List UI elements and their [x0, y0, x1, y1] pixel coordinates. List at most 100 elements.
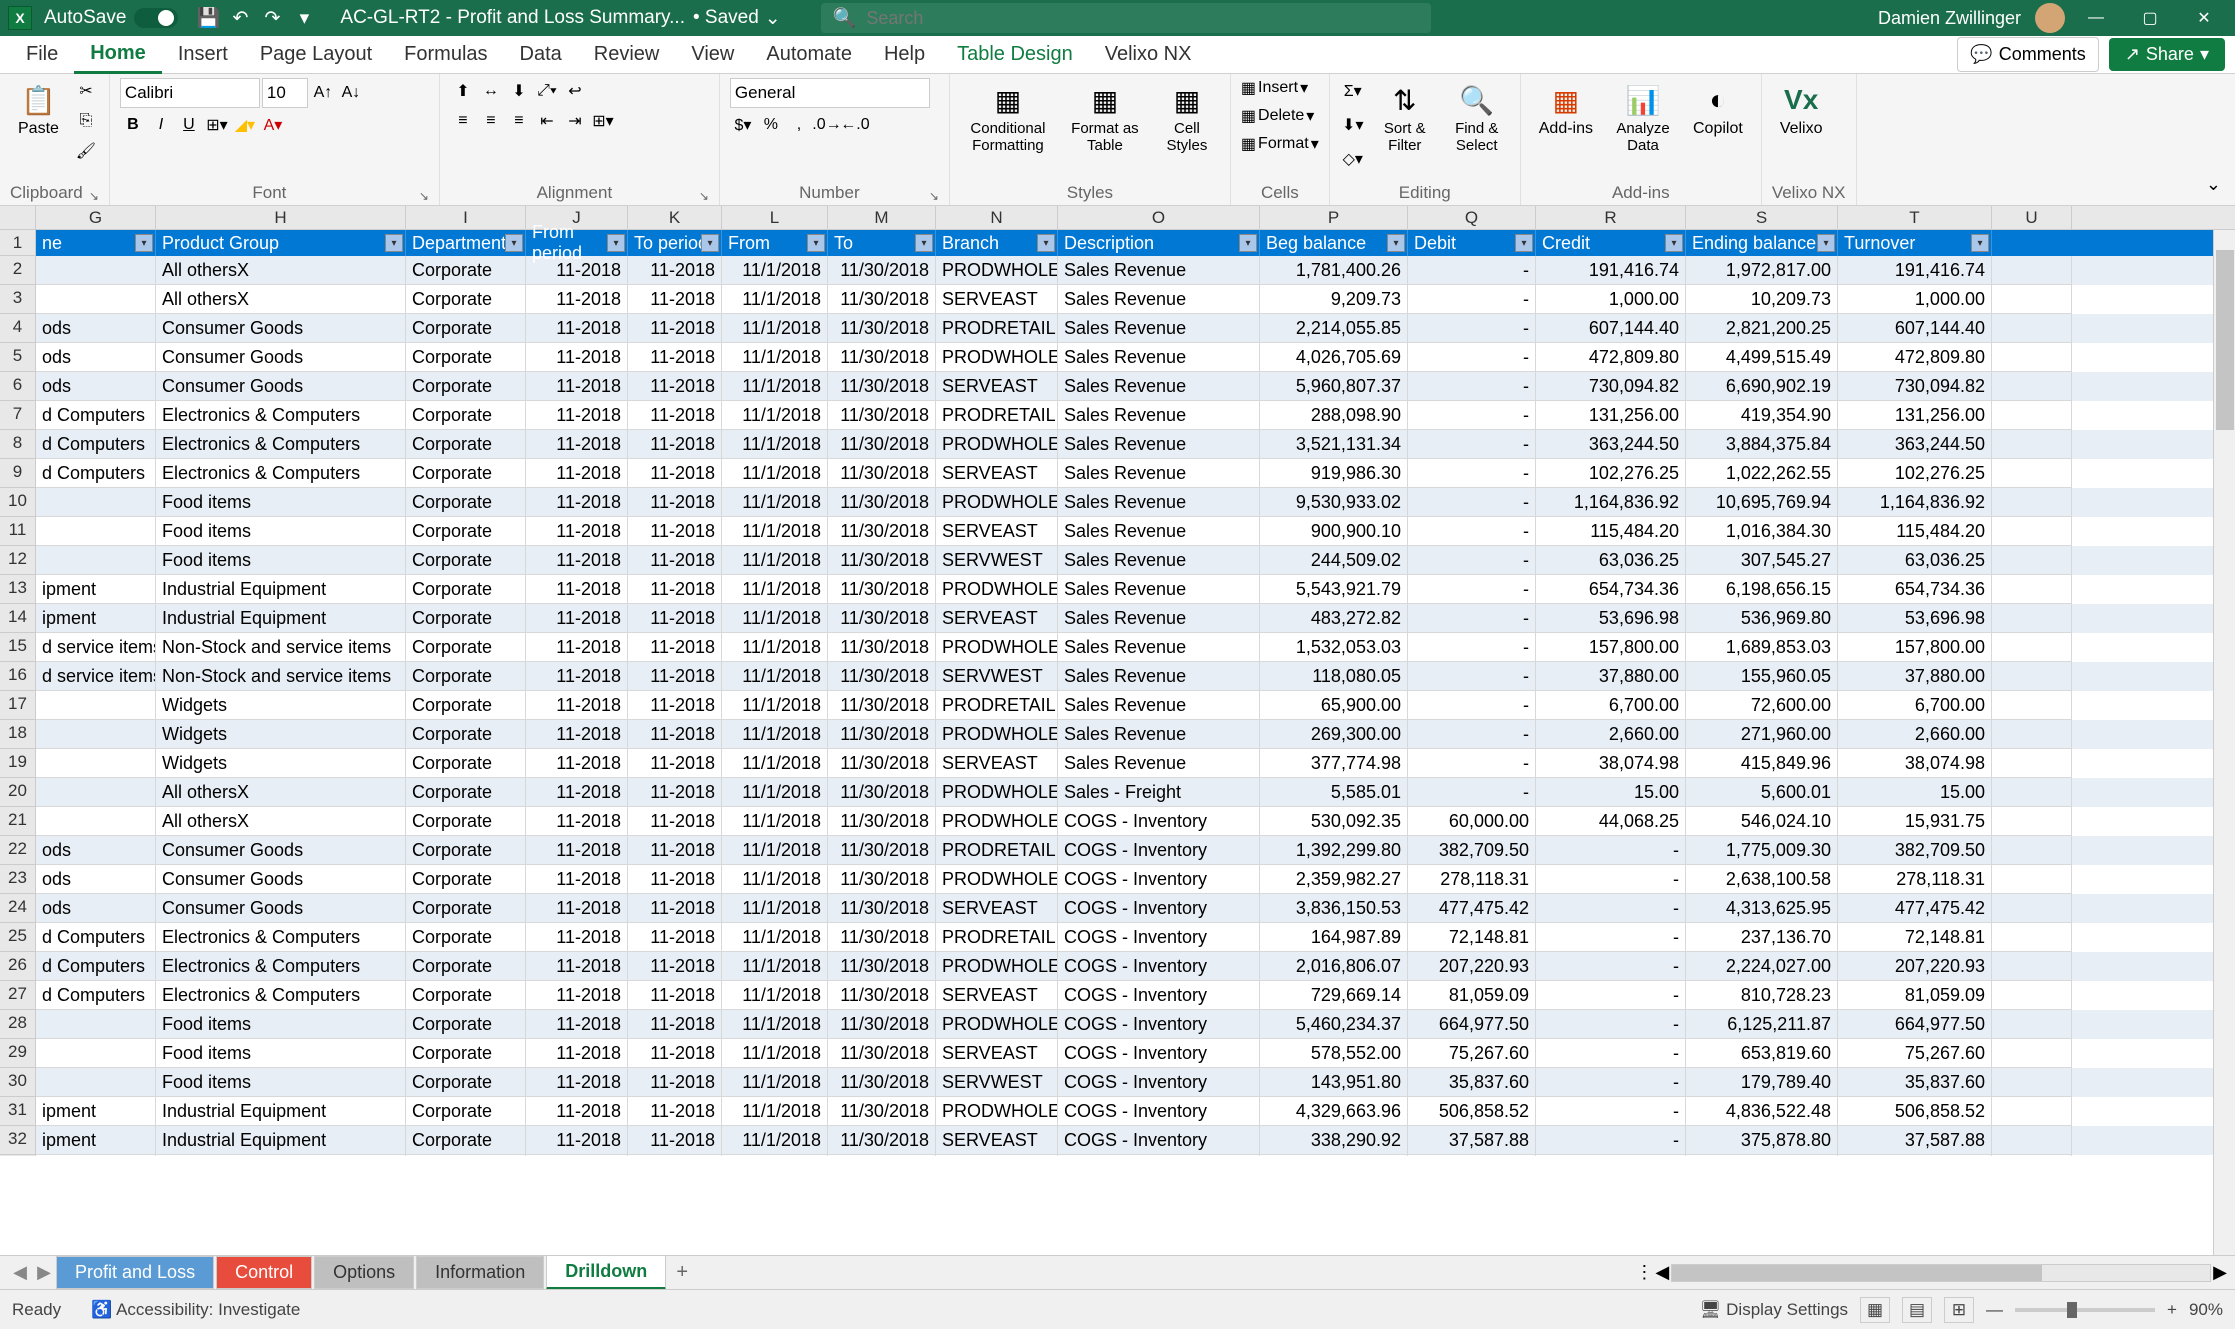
- cell[interactable]: Corporate: [406, 459, 526, 488]
- cell[interactable]: Corporate: [406, 691, 526, 720]
- align-left-icon[interactable]: ≡: [450, 108, 476, 134]
- cell[interactable]: d Computers: [36, 981, 156, 1010]
- th-to-period[interactable]: To period▾: [628, 230, 722, 256]
- cell[interactable]: 11-2018: [628, 952, 722, 981]
- cell[interactable]: 115,484.20: [1536, 517, 1686, 546]
- cell[interactable]: 1,392,299.80: [1260, 836, 1408, 865]
- cell[interactable]: [1992, 343, 2072, 372]
- cell[interactable]: 11-2018: [526, 952, 628, 981]
- cell[interactable]: [1992, 401, 2072, 430]
- cell[interactable]: 278,118.31: [1838, 865, 1992, 894]
- cell[interactable]: -: [1408, 575, 1536, 604]
- cell[interactable]: [36, 749, 156, 778]
- cell[interactable]: 11-2018: [628, 430, 722, 459]
- cell[interactable]: d Computers: [36, 952, 156, 981]
- cell[interactable]: [36, 691, 156, 720]
- cell[interactable]: 11-2018: [628, 372, 722, 401]
- cell[interactable]: PRODRETAIL: [936, 691, 1058, 720]
- cell[interactable]: 4,026,705.69: [1260, 343, 1408, 372]
- table-row[interactable]: 15d service itemsNon-Stock and service i…: [0, 633, 2235, 662]
- cell[interactable]: 11-2018: [526, 604, 628, 633]
- qat-dropdown-icon[interactable]: ▾: [290, 4, 318, 32]
- sheet-tab-drilldown[interactable]: Drilldown: [546, 1255, 666, 1290]
- cell[interactable]: 11/30/2018: [828, 517, 936, 546]
- cell[interactable]: 11-2018: [628, 604, 722, 633]
- th-from[interactable]: From▾: [722, 230, 828, 256]
- table-row[interactable]: 26d ComputersElectronics & ComputersCorp…: [0, 952, 2235, 981]
- cell[interactable]: -: [1536, 1039, 1686, 1068]
- cell[interactable]: 11/30/2018: [828, 256, 936, 285]
- cell[interactable]: 11/1/2018: [722, 633, 828, 662]
- cell[interactable]: 4,499,515.49: [1686, 343, 1838, 372]
- cell[interactable]: COGS - Inventory: [1058, 981, 1260, 1010]
- page-break-view-icon[interactable]: ⊞: [1944, 1297, 1974, 1323]
- comma-icon[interactable]: ,: [786, 112, 812, 138]
- comments-button[interactable]: 💬 Comments: [1957, 37, 2098, 72]
- cell[interactable]: [1992, 1097, 2072, 1126]
- cell[interactable]: 11-2018: [526, 923, 628, 952]
- cell[interactable]: Corporate: [406, 865, 526, 894]
- cell[interactable]: 179,789.40: [1686, 1068, 1838, 1097]
- cell[interactable]: COGS - Inventory: [1058, 1155, 1260, 1156]
- cell[interactable]: 11-2018: [526, 865, 628, 894]
- filter-icon[interactable]: ▾: [1665, 234, 1683, 252]
- cell[interactable]: 11-2018: [526, 807, 628, 836]
- cell[interactable]: 11-2018: [628, 633, 722, 662]
- cell[interactable]: SERVEAST: [936, 459, 1058, 488]
- filter-icon[interactable]: ▾: [505, 234, 523, 252]
- cell[interactable]: [1992, 285, 2072, 314]
- cell[interactable]: 11-2018: [628, 314, 722, 343]
- cell[interactable]: 11/30/2018: [828, 923, 936, 952]
- cell[interactable]: 11/1/2018: [722, 1126, 828, 1155]
- table-row[interactable]: 33WidgetsCorporate11-201811-201811/1/201…: [0, 1155, 2235, 1156]
- cell[interactable]: 115,484.20: [1838, 517, 1992, 546]
- cell[interactable]: 11/30/2018: [828, 546, 936, 575]
- cell[interactable]: 11/1/2018: [722, 575, 828, 604]
- cell[interactable]: 1,532,053.03: [1260, 633, 1408, 662]
- cell[interactable]: ipment: [36, 604, 156, 633]
- cell[interactable]: 1,022,262.55: [1686, 459, 1838, 488]
- tab-file[interactable]: File: [10, 37, 74, 72]
- tab-velixo[interactable]: Velixo NX: [1089, 37, 1208, 72]
- row-header[interactable]: 6: [0, 372, 36, 401]
- borders-icon[interactable]: ⊞▾: [204, 112, 230, 138]
- cell[interactable]: 4,313,625.95: [1686, 894, 1838, 923]
- table-row[interactable]: 13ipmentIndustrial EquipmentCorporate11-…: [0, 575, 2235, 604]
- filter-icon[interactable]: ▾: [1239, 234, 1257, 252]
- cell[interactable]: 6,700.00: [1536, 691, 1686, 720]
- cell[interactable]: 11-2018: [526, 749, 628, 778]
- row-header[interactable]: 20: [0, 778, 36, 807]
- cell[interactable]: 607,144.40: [1536, 314, 1686, 343]
- cell[interactable]: 11/1/2018: [722, 459, 828, 488]
- cell[interactable]: Widgets: [156, 720, 406, 749]
- table-row[interactable]: 12Food itemsCorporate11-201811-201811/1/…: [0, 546, 2235, 575]
- select-all-corner[interactable]: [0, 206, 36, 229]
- cell[interactable]: Corporate: [406, 285, 526, 314]
- cell[interactable]: 288,098.90: [1260, 401, 1408, 430]
- cell[interactable]: 11-2018: [628, 1010, 722, 1039]
- cell[interactable]: [1992, 1155, 2072, 1156]
- increase-decimal-icon[interactable]: .0→: [814, 112, 840, 138]
- cell[interactable]: Corporate: [406, 923, 526, 952]
- cell[interactable]: 11/1/2018: [722, 749, 828, 778]
- cell[interactable]: 2,660.00: [1536, 720, 1686, 749]
- cell[interactable]: -: [1408, 430, 1536, 459]
- table-row[interactable]: 8d ComputersElectronics & ComputersCorpo…: [0, 430, 2235, 459]
- th-product-group[interactable]: Product Group▾: [156, 230, 406, 256]
- col-header-h[interactable]: H: [156, 206, 406, 229]
- cell[interactable]: 11/1/2018: [722, 923, 828, 952]
- table-row[interactable]: 23odsConsumer GoodsCorporate11-201811-20…: [0, 865, 2235, 894]
- cell[interactable]: 11/1/2018: [722, 981, 828, 1010]
- cell[interactable]: 38,074.98: [1536, 749, 1686, 778]
- cell[interactable]: 4,994.69: [1408, 1155, 1536, 1156]
- cell[interactable]: COGS - Inventory: [1058, 807, 1260, 836]
- cell[interactable]: PRODRETAIL: [936, 314, 1058, 343]
- cell[interactable]: 11/30/2018: [828, 430, 936, 459]
- cell[interactable]: PRODWHOLE: [936, 430, 1058, 459]
- cell[interactable]: -: [1408, 604, 1536, 633]
- cell[interactable]: ipment: [36, 1097, 156, 1126]
- page-layout-view-icon[interactable]: ▤: [1902, 1297, 1932, 1323]
- tab-view[interactable]: View: [675, 37, 750, 72]
- cell[interactable]: d Computers: [36, 923, 156, 952]
- cell[interactable]: 72,148.81: [1838, 923, 1992, 952]
